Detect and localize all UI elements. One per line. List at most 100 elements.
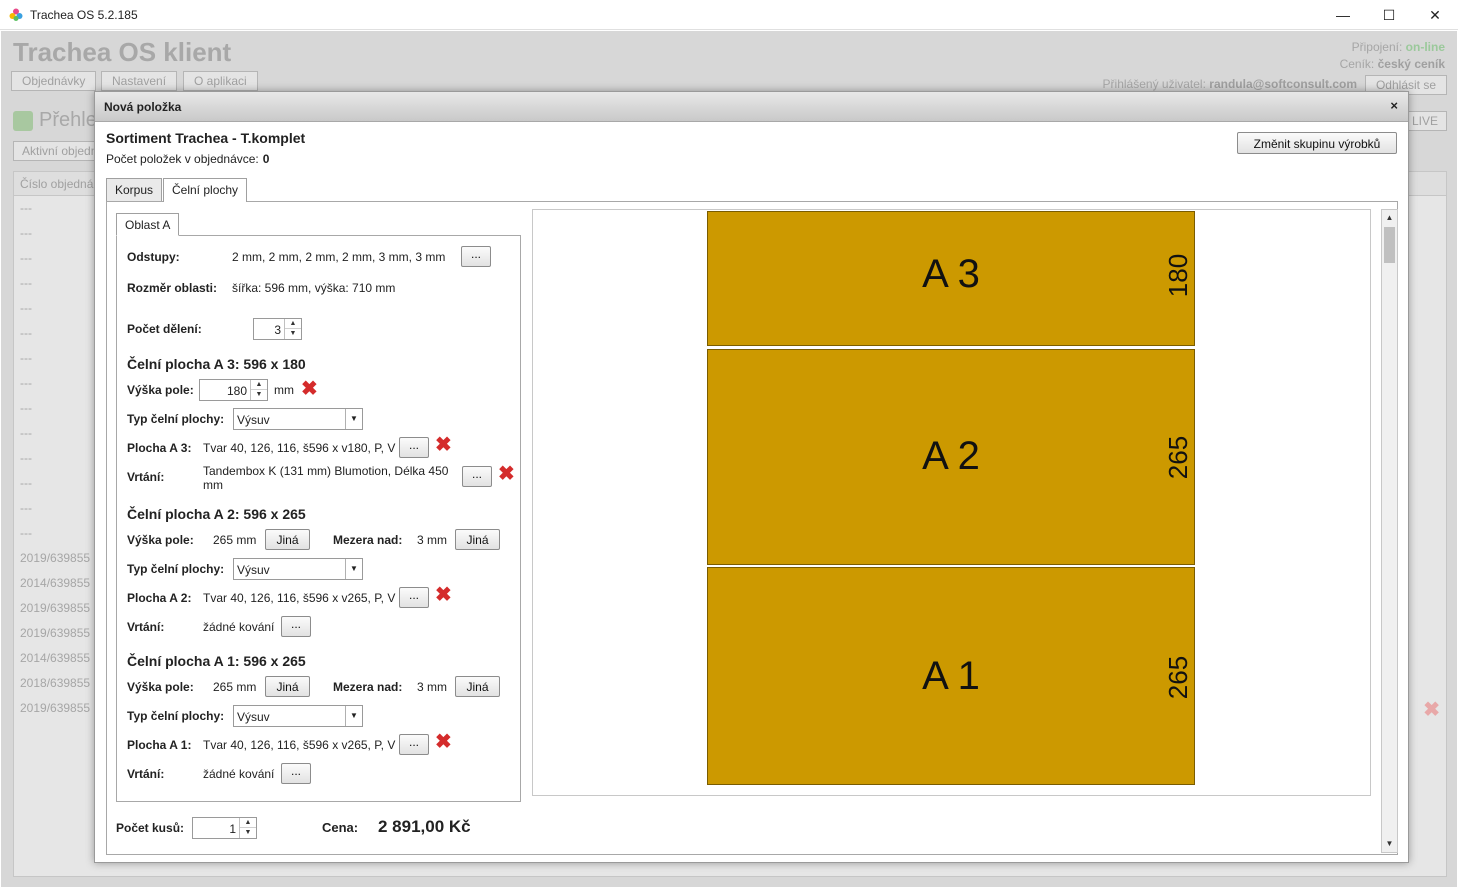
a3-plocha-edit-button[interactable]: ...	[399, 437, 429, 458]
refresh-icon[interactable]	[13, 110, 33, 131]
a2-typ-value: Výsuv	[237, 563, 270, 577]
scroll-thumb[interactable]	[1384, 227, 1395, 263]
a1-mezera-value: 3 mm	[417, 680, 447, 694]
front-a1-name: A 1	[922, 654, 980, 698]
connection-status: on-line	[1405, 40, 1445, 54]
rozmer-value: šířka: 596 mm, výška: 710 mm	[232, 281, 396, 295]
change-group-button[interactable]: Změnit skupinu výrobků	[1237, 132, 1397, 154]
nav-settings-button[interactable]: Nastavení	[101, 71, 178, 91]
pricelist-value: český ceník	[1377, 57, 1445, 71]
a2-typ-select[interactable]: Výsuv ▼	[233, 558, 363, 580]
item-count: Počet položek v objednávce: 0	[106, 152, 269, 166]
a2-vyska-other-button[interactable]: Jiná	[265, 529, 310, 550]
a2-vrtani-edit-button[interactable]: ...	[281, 616, 311, 637]
price-value: 2 891,00 Kč	[378, 817, 471, 836]
section-title: Přehle	[13, 109, 97, 132]
pricelist-label: Ceník:	[1339, 57, 1375, 71]
sortiment-title: Sortiment Trachea - T.komplet	[106, 130, 306, 146]
deleni-stepper[interactable]: 3 ▲ ▼	[253, 318, 302, 340]
a3-plocha-value: Tvar 40, 126, 116, š596 x v180, P, V	[203, 441, 396, 455]
a1-vyska-value: 265 mm	[213, 680, 257, 694]
odstupy-value: 2 mm, 2 mm, 2 mm, 2 mm, 3 mm, 3 mm	[232, 250, 446, 264]
scroll-down-icon[interactable]: ▼	[1382, 836, 1397, 852]
a3-typ-label: Typ čelní plochy:	[127, 412, 225, 426]
a1-vrtani-edit-button[interactable]: ...	[281, 763, 311, 784]
dialog-header: Nová položka ×	[95, 92, 1408, 122]
fronts-preview: A 3 180 A 2 265 A 1 265	[532, 209, 1371, 796]
close-window-button[interactable]: ✕	[1412, 0, 1458, 30]
window-titlebar: Trachea OS 5.2.185 — ☐ ✕	[0, 0, 1458, 30]
a2-plocha-remove-icon[interactable]: ✖	[435, 585, 452, 605]
a3-vyska-stepper[interactable]: 180 ▲ ▼	[199, 379, 268, 401]
chevron-down-icon: ▼	[345, 409, 362, 429]
pieces-label: Počet kusů:	[116, 821, 185, 835]
front-a2-height: 265	[1162, 435, 1193, 480]
section-a2-heading: Čelní plocha A 2: 596 x 265	[127, 506, 306, 522]
a1-typ-value: Výsuv	[237, 710, 270, 724]
nav-orders-button[interactable]: Objednávky	[11, 71, 97, 91]
nav-about-button[interactable]: O aplikaci	[183, 71, 258, 91]
stepper-up-icon[interactable]: ▲	[251, 380, 267, 390]
a3-vyska-unit: mm	[274, 383, 294, 397]
tab-korpus[interactable]: Korpus	[106, 178, 163, 201]
stepper-up-icon[interactable]: ▲	[240, 818, 256, 828]
a2-typ-label: Typ čelní plochy:	[127, 562, 225, 576]
a3-vrtani-remove-icon[interactable]: ✖	[498, 464, 515, 484]
tab-celni-plochy[interactable]: Čelní plochy	[163, 178, 248, 202]
a1-mezera-label: Mezera nad:	[333, 680, 403, 694]
a1-plocha-value: Tvar 40, 126, 116, š596 x v265, P, V	[203, 738, 396, 752]
a3-vrtani-edit-button[interactable]: ...	[462, 466, 492, 487]
chevron-down-icon: ▼	[345, 559, 362, 579]
a1-mezera-other-button[interactable]: Jiná	[455, 676, 500, 697]
dialog-title: Nová položka	[104, 100, 182, 114]
stepper-up-icon[interactable]: ▲	[285, 319, 301, 329]
front-a3[interactable]: A 3 180	[707, 211, 1195, 346]
a2-vyska-label: Výška pole:	[127, 533, 194, 547]
a1-vyska-other-button[interactable]: Jiná	[265, 676, 310, 697]
user-value: randula@softconsult.com	[1209, 77, 1357, 91]
a3-plocha-label: Plocha A 3:	[127, 441, 192, 455]
a2-plocha-edit-button[interactable]: ...	[399, 587, 429, 608]
a1-plocha-remove-icon[interactable]: ✖	[435, 732, 452, 752]
rozmer-label: Rozměr oblasti:	[127, 281, 218, 295]
active-orders-button[interactable]: Aktivní objedn	[13, 141, 107, 161]
dialog-close-button[interactable]: ×	[1390, 98, 1398, 113]
a1-plocha-edit-button[interactable]: ...	[399, 734, 429, 755]
item-count-value: 0	[262, 152, 270, 166]
connection-info: Připojení: on-line Ceník: český ceník	[1340, 39, 1445, 73]
a1-typ-select[interactable]: Výsuv ▼	[233, 705, 363, 727]
a1-vyska-label: Výška pole:	[127, 680, 194, 694]
stepper-down-icon[interactable]: ▼	[285, 329, 301, 339]
stepper-down-icon[interactable]: ▼	[240, 828, 256, 838]
minimize-button[interactable]: —	[1320, 0, 1366, 30]
a2-mezera-value: 3 mm	[417, 533, 447, 547]
pieces-stepper[interactable]: 1 ▲ ▼	[192, 817, 257, 839]
front-a1[interactable]: A 1 265	[707, 567, 1195, 785]
user-label: Přihlášený uživatel:	[1102, 77, 1206, 91]
live-button[interactable]: LIVE	[1402, 111, 1447, 131]
a2-vrtani-label: Vrtání:	[127, 620, 165, 634]
a1-vrtani-value: žádné kování	[203, 767, 275, 781]
a2-mezera-label: Mezera nad:	[333, 533, 403, 547]
a2-mezera-other-button[interactable]: Jiná	[455, 529, 500, 550]
a3-typ-value: Výsuv	[237, 413, 270, 427]
stepper-down-icon[interactable]: ▼	[251, 390, 267, 400]
pieces-value: 1	[229, 822, 236, 836]
a1-plocha-label: Plocha A 1:	[127, 738, 192, 752]
odstupy-label: Odstupy:	[127, 250, 180, 264]
section-a3-heading: Čelní plocha A 3: 596 x 180	[127, 356, 306, 372]
a3-plocha-remove-icon[interactable]: ✖	[435, 435, 452, 455]
a3-typ-select[interactable]: Výsuv ▼	[233, 408, 363, 430]
preview-scrollbar[interactable]: ▲ ▼	[1381, 209, 1398, 853]
tab-oblast-a[interactable]: Oblast A	[116, 213, 180, 236]
front-a3-height: 180	[1162, 253, 1193, 298]
scroll-up-icon[interactable]: ▲	[1382, 210, 1397, 226]
maximize-button[interactable]: ☐	[1366, 0, 1412, 30]
delete-row-icon[interactable]: ✖	[1423, 697, 1440, 722]
front-a2[interactable]: A 2 265	[707, 349, 1195, 565]
a2-vrtani-value: žádné kování	[203, 620, 275, 634]
odstupy-edit-button[interactable]: ...	[461, 246, 491, 267]
connection-label: Připojení:	[1351, 40, 1403, 54]
chevron-down-icon: ▼	[345, 706, 362, 726]
a3-vyska-remove-icon[interactable]: ✖	[301, 379, 318, 399]
